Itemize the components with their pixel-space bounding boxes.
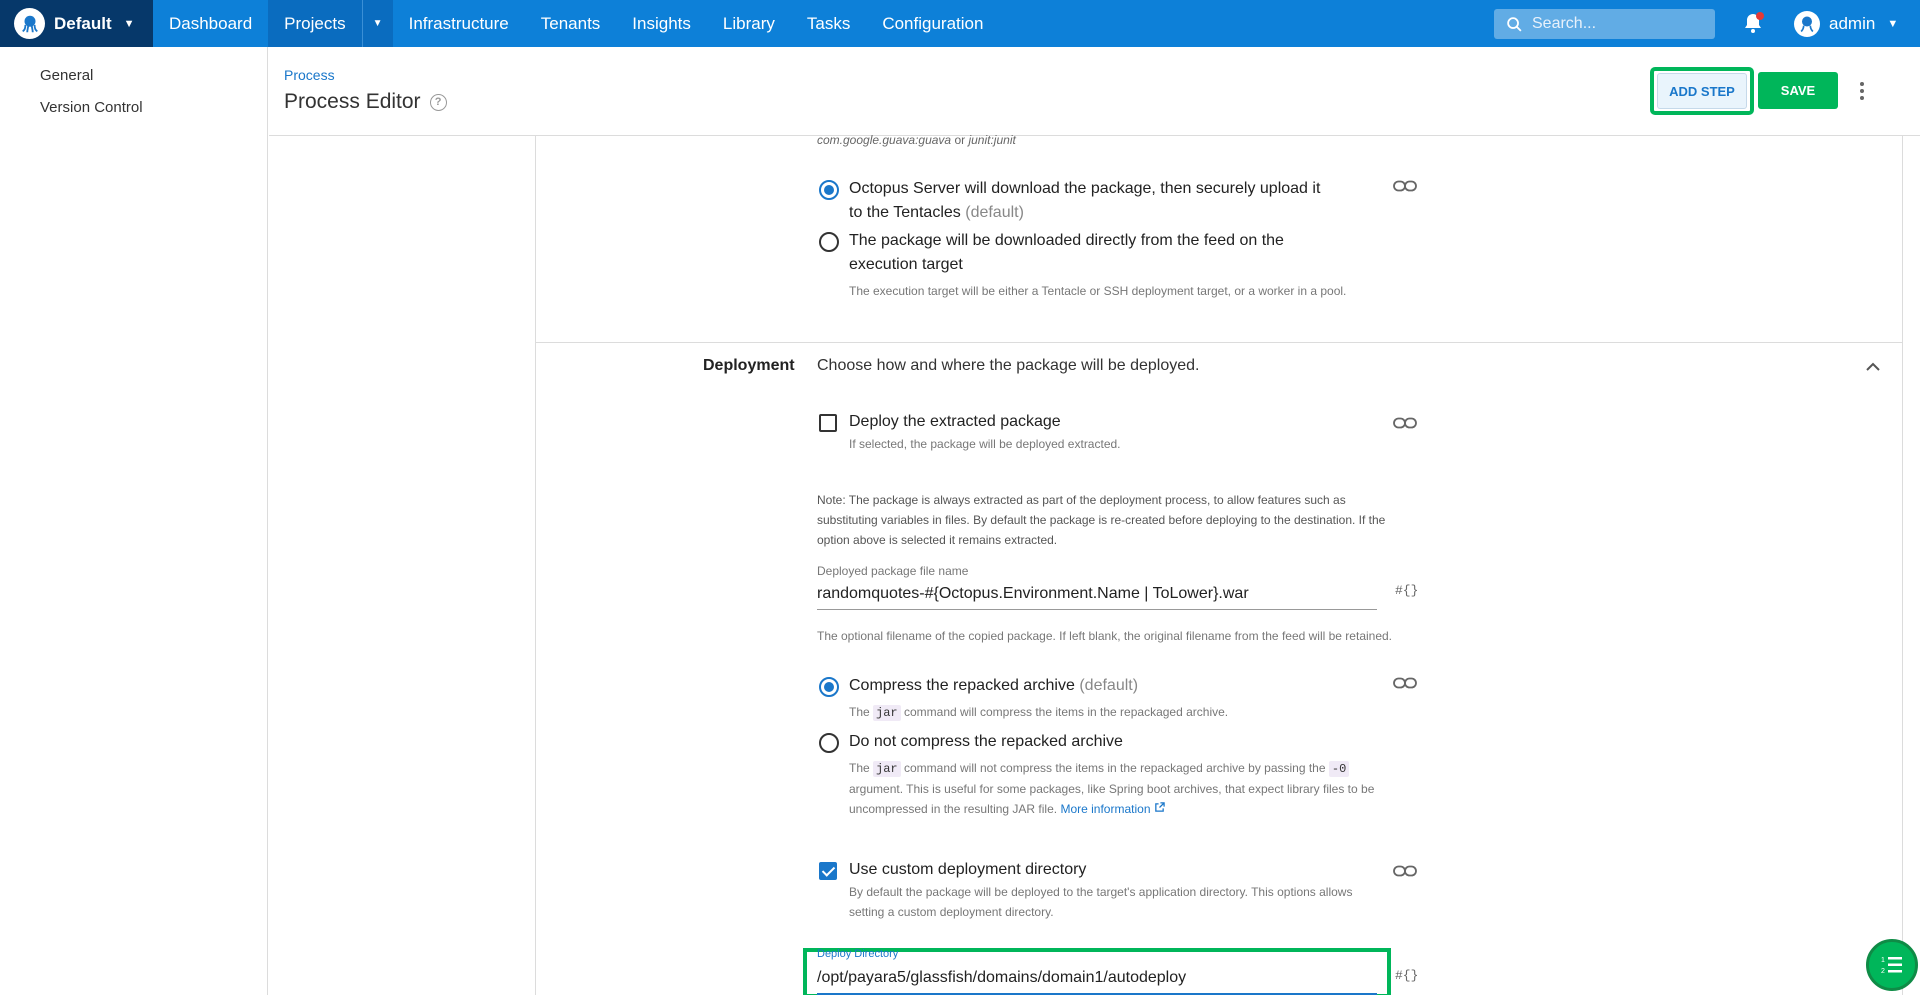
nav-projects[interactable]: Projects bbox=[268, 0, 362, 47]
no-compress-help: The jar command will not compress the it… bbox=[849, 761, 1375, 816]
save-button[interactable]: SAVE bbox=[1758, 72, 1838, 109]
top-navigation: Default ▼ Dashboard Projects ▼ Infrastru… bbox=[0, 0, 1920, 47]
breadcrumb[interactable]: Process bbox=[284, 67, 335, 83]
link-icon[interactable] bbox=[1393, 180, 1417, 192]
compress-label: Compress the repacked archive (default) bbox=[849, 677, 1139, 694]
search-box bbox=[1494, 9, 1715, 39]
link-icon[interactable] bbox=[1393, 417, 1417, 429]
svg-text:2: 2 bbox=[1881, 968, 1885, 975]
custom-directory-label: Use custom deployment directory bbox=[849, 861, 1087, 878]
project-sidebar: General Version Control bbox=[0, 47, 268, 995]
chevron-down-icon: ▼ bbox=[1887, 17, 1899, 30]
link-icon[interactable] bbox=[1393, 677, 1417, 689]
overflow-menu-icon[interactable] bbox=[1855, 80, 1869, 102]
compress-help: The jar command will compress the items … bbox=[849, 705, 1229, 721]
nav-configuration[interactable]: Configuration bbox=[866, 0, 999, 47]
custom-directory-checkbox[interactable] bbox=[819, 862, 837, 880]
package-id-hint: com.google.guava:guava or junit:junit bbox=[817, 133, 1016, 147]
nav-dashboard[interactable]: Dashboard bbox=[153, 0, 268, 47]
space-switcher[interactable]: Default ▼ bbox=[0, 0, 153, 47]
deployment-section-description: Choose how and where the package will be… bbox=[817, 357, 1200, 374]
extraction-note: Note: The package is always extracted as… bbox=[817, 493, 1386, 547]
add-step-button[interactable]: ADD STEP bbox=[1657, 73, 1747, 109]
custom-directory-help: By default the package will be deployed … bbox=[849, 885, 1353, 919]
radio-direct-download[interactable] bbox=[819, 232, 839, 252]
sidebar-item-version-control[interactable]: Version Control bbox=[40, 99, 143, 116]
radio-server-download[interactable] bbox=[819, 180, 839, 200]
projects-dropdown-icon[interactable]: ▼ bbox=[361, 0, 393, 47]
nav-library[interactable]: Library bbox=[707, 0, 791, 47]
radio-compress[interactable] bbox=[819, 677, 839, 697]
help-icon[interactable]: ? bbox=[429, 93, 447, 111]
chevron-up-icon[interactable] bbox=[1865, 360, 1881, 374]
server-download-label: Octopus Server will download the package… bbox=[849, 180, 1321, 221]
file-name-label: Deployed package file name bbox=[817, 564, 969, 578]
search-input[interactable] bbox=[1532, 15, 1702, 33]
section-divider bbox=[535, 342, 1903, 343]
list-numbered-icon: 12 bbox=[1881, 957, 1902, 975]
user-name: admin bbox=[1829, 13, 1876, 33]
nav-insights[interactable]: Insights bbox=[616, 0, 707, 47]
chevron-down-icon: ▼ bbox=[123, 17, 135, 30]
sidebar-item-general[interactable]: General bbox=[40, 67, 93, 84]
file-name-help: The optional filename of the copied pack… bbox=[817, 629, 1393, 643]
direct-download-help: The execution target will be either a Te… bbox=[849, 284, 1347, 298]
variable-insert-button[interactable]: #{} bbox=[1395, 968, 1418, 983]
external-link-icon bbox=[1155, 802, 1165, 812]
variable-insert-button[interactable]: #{} bbox=[1395, 583, 1418, 598]
notification-badge bbox=[1756, 12, 1764, 20]
radio-no-compress[interactable] bbox=[819, 733, 839, 753]
deploy-extracted-help: If selected, the package will be deploye… bbox=[849, 437, 1121, 451]
deploy-extracted-checkbox[interactable] bbox=[819, 414, 837, 432]
page-title: Process Editor ? bbox=[284, 90, 447, 114]
direct-download-label: The package will be downloaded directly … bbox=[849, 232, 1284, 273]
step-list-fab[interactable]: 12 bbox=[1866, 939, 1918, 991]
nav-tasks[interactable]: Tasks bbox=[791, 0, 866, 47]
svg-text:1: 1 bbox=[1881, 957, 1885, 964]
deployed-file-name-input[interactable] bbox=[817, 585, 1377, 610]
space-name: Default bbox=[54, 13, 112, 33]
notifications-bell-icon[interactable] bbox=[1741, 11, 1765, 35]
user-menu[interactable]: admin ▼ bbox=[1794, 0, 1898, 47]
deploy-directory-input[interactable] bbox=[817, 969, 1377, 995]
nav-infrastructure[interactable]: Infrastructure bbox=[393, 0, 525, 47]
link-icon[interactable] bbox=[1393, 865, 1417, 877]
octopus-logo-icon bbox=[14, 8, 45, 39]
deploy-directory-label: Deploy Directory bbox=[817, 948, 899, 960]
no-compress-label: Do not compress the repacked archive bbox=[849, 733, 1123, 750]
deployment-section-label: Deployment bbox=[703, 357, 795, 374]
search-icon bbox=[1507, 16, 1522, 32]
page-title-text: Process Editor bbox=[284, 90, 421, 113]
more-information-link[interactable]: More information bbox=[1060, 802, 1165, 816]
nav-tenants[interactable]: Tenants bbox=[525, 0, 617, 47]
deploy-extracted-label: Deploy the extracted package bbox=[849, 413, 1061, 430]
user-avatar-icon bbox=[1794, 10, 1820, 37]
